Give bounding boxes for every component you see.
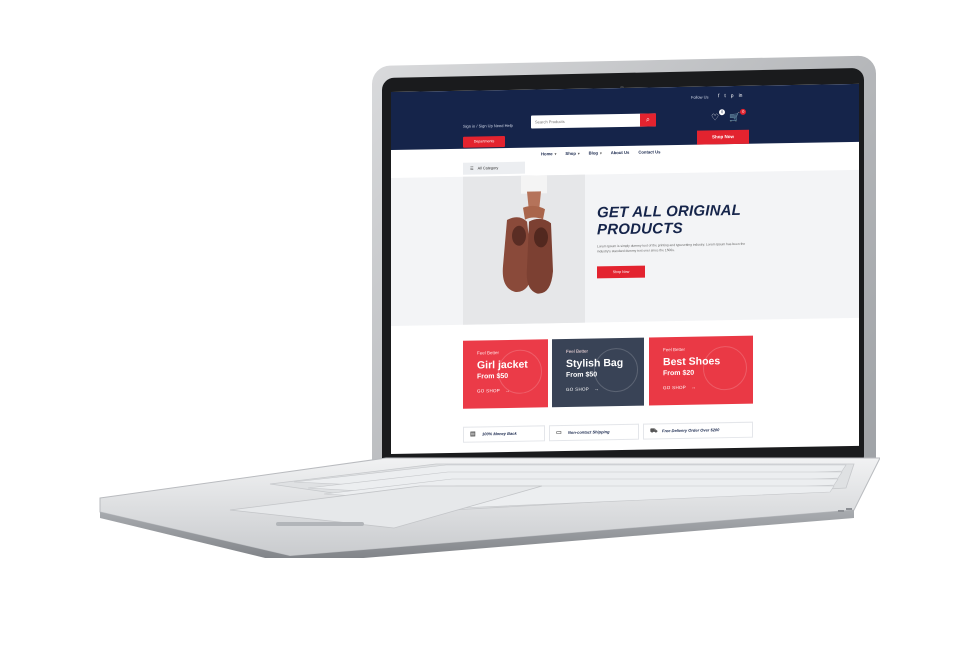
hero-description: Lorem Ipsum is simply dummy text of the … <box>597 241 746 254</box>
promo-card-best-shoes[interactable]: Feel Better Best Shoes From $20 GO SHOP → <box>649 335 753 406</box>
nav-item-blog[interactable]: Blog ▾ <box>589 150 602 155</box>
go-shop-link[interactable]: GO SHOP → <box>477 388 510 394</box>
pinterest-icon[interactable]: p <box>731 93 734 99</box>
search-icon: ⌕ <box>646 116 650 124</box>
laptop-base <box>94 452 880 558</box>
facebook-icon[interactable]: f <box>718 93 719 99</box>
nav-item-shop[interactable]: Shop ▾ <box>565 151 579 156</box>
website-screen: Follow Us f t p in Sign in / Sign Up Nee… <box>391 83 859 455</box>
arrow-right-icon: → <box>505 387 510 394</box>
truck-icon: ⛟ <box>650 428 658 435</box>
promo-title: Girl jacket <box>477 358 528 372</box>
search-input[interactable] <box>531 113 641 129</box>
chevron-down-icon: ▾ <box>599 151 602 156</box>
promo-kicker: Feel Better <box>663 346 686 353</box>
hero-section: GET ALL ORIGINAL PRODUCTS Lorem Ipsum is… <box>391 169 859 326</box>
menu-icon: ☰ <box>470 165 474 171</box>
cart-count-badge: 0 <box>740 108 747 115</box>
nav-item-about[interactable]: About Us <box>611 150 630 155</box>
promo-kicker: Feel Better <box>477 350 500 356</box>
promo-title: Stylish Bag <box>566 356 624 370</box>
promo-price: From $50 <box>566 371 598 379</box>
social-links: f t p in <box>718 93 742 99</box>
nav-item-home[interactable]: Home ▾ <box>541 151 556 156</box>
wishlist-button[interactable]: ♡ 0 <box>711 109 726 123</box>
wishlist-count-badge: 0 <box>719 109 726 116</box>
account-links[interactable]: Sign in / Sign Up Need Help <box>463 123 513 129</box>
linkedin-icon[interactable]: in <box>739 93 743 99</box>
twitter-icon[interactable]: t <box>724 93 725 99</box>
arrow-right-icon: → <box>594 386 599 392</box>
feature-money-back: ▤ 100% Money Back <box>463 425 545 443</box>
hand-holding-shoes-illustration <box>463 174 585 325</box>
promo-card-stylish-bag[interactable]: Feel Better Stylish Bag From $50 GO SHOP… <box>552 337 644 408</box>
laptop-mockup-scene: Follow Us f t p in Sign in / Sign Up Nee… <box>0 0 976 650</box>
laptop-base-illustration <box>99 457 880 558</box>
cart-button[interactable]: 🛒 0 <box>729 108 747 123</box>
search-button[interactable]: ⌕ <box>640 113 656 127</box>
hero-title: GET ALL ORIGINAL PRODUCTS <box>597 201 741 239</box>
arrow-right-icon: → <box>691 384 696 390</box>
promo-price: From $20 <box>663 369 695 378</box>
hero-shop-now-button[interactable]: Shop Now <box>597 265 645 279</box>
chevron-down-icon: ▾ <box>554 152 557 157</box>
promo-banners: Feel Better Girl jacket From $50 GO SHOP… <box>463 335 763 411</box>
header-icons: ♡ 0 🛒 0 <box>711 108 747 124</box>
nav-item-contact[interactable]: Contact Us <box>638 149 660 154</box>
money-icon: ▤ <box>470 431 476 438</box>
decorative-circle <box>594 347 638 393</box>
departments-button[interactable]: Departments <box>463 136 505 148</box>
search-bar: ⌕ <box>531 113 656 129</box>
feature-free-delivery: ⛟ Free Delivery Order Over $200 <box>643 421 753 440</box>
promo-card-girl-jacket[interactable]: Feel Better Girl jacket From $50 GO SHOP… <box>463 339 548 409</box>
header-shop-now-button[interactable]: Shop Now <box>697 129 749 145</box>
feature-non-contact-shipping: ▭ Non-contact Shipping <box>549 423 639 442</box>
heart-icon: ♡ <box>711 112 720 123</box>
top-header-bar: Follow Us f t p in Sign in / Sign Up Nee… <box>391 83 859 150</box>
promo-title: Best Shoes <box>663 355 721 369</box>
main-nav: Home ▾ Shop ▾ Blog ▾ About Us Contact Us <box>541 149 660 156</box>
promo-kicker: Feel Better <box>566 348 589 354</box>
cart-icon: 🛒 <box>729 111 741 123</box>
departments-label: Departments <box>473 139 495 144</box>
all-category-label: All Category <box>477 166 499 171</box>
go-shop-link[interactable]: GO SHOP → <box>663 385 696 391</box>
hero-shoes-image <box>463 174 585 325</box>
decorative-circle <box>703 345 747 391</box>
follow-us-label: Follow Us <box>691 94 709 100</box>
promo-price: From $50 <box>477 372 509 381</box>
go-shop-link[interactable]: GO SHOP → <box>566 386 599 392</box>
feature-strip: ▤ 100% Money Back ▭ Non-contact Shipping ⛟… <box>463 421 763 445</box>
box-icon: ▭ <box>556 430 562 437</box>
chevron-down-icon: ▾ <box>577 151 580 156</box>
all-category-dropdown[interactable]: ☰ All Category <box>463 161 525 175</box>
